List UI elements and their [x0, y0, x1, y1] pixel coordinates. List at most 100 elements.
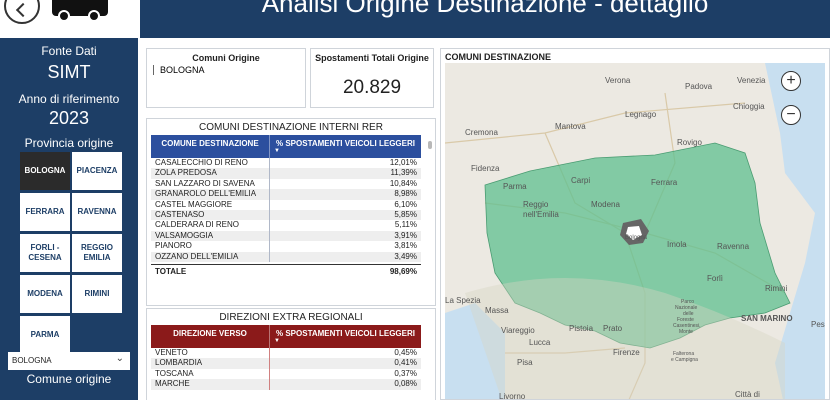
provincia-button-forli-cesena[interactable]: FORLI - CESENA: [20, 234, 70, 272]
cell-percentuale: 0,37%: [269, 368, 421, 380]
destination-map[interactable]: Verona Padova Venezia Chioggia Legnago M…: [445, 63, 825, 400]
cell-percentuale: 3,91%: [269, 230, 421, 242]
city-label: Verona: [605, 76, 631, 85]
comuni-origine-value[interactable]: BOLOGNA: [153, 65, 205, 75]
city-label: Imola: [667, 240, 687, 249]
total-value: 98,69%: [389, 266, 417, 276]
header-bar: Analisi Origine Destinazione - dettaglio: [0, 0, 830, 38]
city-label: Pisa: [517, 358, 533, 367]
table-title: COMUNI DESTINAZIONE INTERNI RER: [199, 122, 383, 133]
city-label: Legnago: [625, 110, 657, 119]
car-wheel-icon: [88, 10, 100, 22]
table-row[interactable]: TOSCANA 0,37%: [151, 368, 421, 380]
park-label: e Campigna: [671, 357, 698, 363]
table-scrollbar[interactable]: [428, 141, 432, 149]
total-label: TOTALE: [155, 266, 187, 276]
cell-comune: CASALECCHIO DI RENO: [155, 158, 248, 167]
car-icon: [52, 0, 108, 22]
city-label: Lucca: [529, 338, 551, 347]
chevron-down-icon: ⌄: [115, 353, 124, 364]
cell-percentuale: 11,39%: [269, 168, 421, 179]
city-label: Pistoia: [569, 324, 594, 333]
sort-desc-icon: ▼: [274, 148, 280, 154]
provincia-button-rimini[interactable]: RIMINI: [72, 275, 122, 313]
table-row[interactable]: OZZANO DELL'EMILIA 3,49%: [151, 251, 421, 262]
table-row[interactable]: SAN LAZZARO DI SAVENA 10,84%: [151, 178, 421, 190]
provincia-button-ravenna[interactable]: RAVENNA: [72, 193, 122, 231]
comuni-origine-card: Comuni Origine BOLOGNA: [146, 48, 306, 108]
table-body: VENETO 0,45% LOMBARDIA 0,41% TOSCANA 0,37% …: [151, 348, 421, 390]
sidebar-filters: Fonte Dati SIMT Anno di riferimento 2023…: [0, 38, 138, 400]
cell-comune: CASTEL MAGGIORE: [155, 199, 233, 209]
provincia-button-parma[interactable]: PARMA: [20, 316, 70, 354]
city-label: Cremona: [465, 128, 498, 137]
anno-label: Anno di riferimento: [18, 92, 120, 106]
table-header: DIREZIONE VERSO % SPOSTAMENTI VEICOLI LE…: [151, 325, 421, 348]
cell-direzione: VENETO: [155, 348, 188, 357]
column-header-percentuale[interactable]: % SPOSTAMENTI VEICOLI LEGGERI ▼: [269, 135, 421, 158]
provincia-button-reggio-emilia[interactable]: REGGIO EMILIA: [72, 234, 122, 272]
anno-value: 2023: [48, 108, 90, 128]
zoom-in-button[interactable]: +: [781, 71, 801, 91]
table-row[interactable]: LOMBARDIA 0,41%: [151, 358, 421, 369]
cell-percentuale: 8,98%: [269, 189, 421, 200]
cell-percentuale: 0,45%: [269, 348, 421, 359]
table-row[interactable]: CASALECCHIO DI RENO 12,01%: [151, 158, 421, 169]
provincia-button-ferrara[interactable]: FERRARA: [20, 193, 70, 231]
city-label: Firenze: [613, 348, 640, 357]
cell-percentuale: 3,49%: [269, 251, 421, 262]
cell-comune: GRANAROLO DELL'EMILIA: [155, 189, 257, 199]
table-row[interactable]: CASTEL MAGGIORE 6,10%: [151, 199, 421, 210]
provincia-button-modena[interactable]: MODENA: [20, 275, 70, 313]
cell-percentuale: 0,08%: [269, 379, 421, 390]
table-title: DIREZIONI EXTRA REGIONALI: [219, 312, 363, 323]
table-row[interactable]: GRANAROLO DELL'EMILIA 8,98%: [151, 189, 421, 200]
table-row[interactable]: CALDERARA DI RENO 5,11%: [151, 220, 421, 231]
fonte-dati-value: SIMT: [47, 62, 91, 82]
column-header-label: % SPOSTAMENTI VEICOLI LEGGERI: [276, 139, 415, 148]
provincia-button-bologna[interactable]: BOLOGNA: [20, 152, 70, 190]
city-label: Ferrara: [651, 178, 678, 187]
column-header-direzione[interactable]: DIREZIONE VERSO: [151, 325, 269, 348]
city-label: Modena: [591, 200, 620, 209]
column-header-percentuale[interactable]: % SPOSTAMENTI VEICOLI LEGGERI ▼: [269, 325, 421, 348]
map-panel: COMUNI DESTINAZIONE Verona Padova Venezi…: [440, 48, 830, 400]
city-label: Rimini: [765, 284, 787, 293]
table-body: CASALECCHIO DI RENO 12,01% ZOLA PREDOSA 11…: [151, 158, 421, 262]
comune-origine-select[interactable]: BOLOGNA ⌄: [8, 352, 130, 370]
table-header: COMUNE DESTINAZIONE % SPOSTAMENTI VEICOL…: [151, 135, 421, 158]
column-header-comune[interactable]: COMUNE DESTINAZIONE: [151, 135, 269, 158]
table-total-row: TOTALE 98,69%: [151, 263, 421, 277]
comuni-destinazione-interni-table: COMUNI DESTINAZIONE INTERNI RER COMUNE D…: [146, 118, 436, 306]
provincia-button-piacenza[interactable]: PIACENZA: [72, 152, 122, 190]
city-label: Livorno: [499, 392, 526, 400]
table-row[interactable]: ZOLA PREDOSA 11,39%: [151, 168, 421, 179]
city-label: Forlì: [707, 274, 723, 283]
spostamenti-totali-value: 20.829: [342, 77, 402, 98]
city-label: Bologna: [625, 235, 648, 241]
car-wheel-icon: [58, 10, 70, 22]
table-row[interactable]: PIANORO 3,81%: [151, 241, 421, 252]
comune-origine-value: BOLOGNA: [12, 356, 52, 365]
city-label: Città di: [735, 390, 760, 399]
cell-comune: PIANORO: [155, 241, 192, 251]
back-icon[interactable]: [4, 0, 40, 24]
city-label: Parma: [503, 182, 527, 191]
cell-comune: OZZANO DELL'EMILIA: [155, 251, 239, 261]
table-row[interactable]: VENETO 0,45%: [151, 348, 421, 359]
city-label: SAN MARINO: [741, 314, 793, 323]
table-row[interactable]: VALSAMOGGIA 3,91%: [151, 230, 421, 242]
cell-percentuale: 12,01%: [269, 158, 421, 169]
table-row[interactable]: CASTENASO 5,85%: [151, 209, 421, 221]
cell-percentuale: 10,84%: [269, 178, 421, 190]
city-label: Viareggio: [501, 326, 535, 335]
page-title: Analisi Origine Destinazione - dettaglio: [261, 0, 709, 18]
cell-comune: ZOLA PREDOSA: [155, 168, 217, 178]
table-row[interactable]: MARCHE 0,08%: [151, 379, 421, 390]
zoom-out-button[interactable]: −: [781, 105, 801, 125]
cell-percentuale: 3,81%: [269, 241, 421, 252]
fonte-dati-label: Fonte Dati: [41, 44, 97, 58]
header-logo-area: [0, 0, 140, 38]
city-label: Carpi: [571, 176, 590, 185]
city-label: La Spezia: [445, 296, 481, 305]
